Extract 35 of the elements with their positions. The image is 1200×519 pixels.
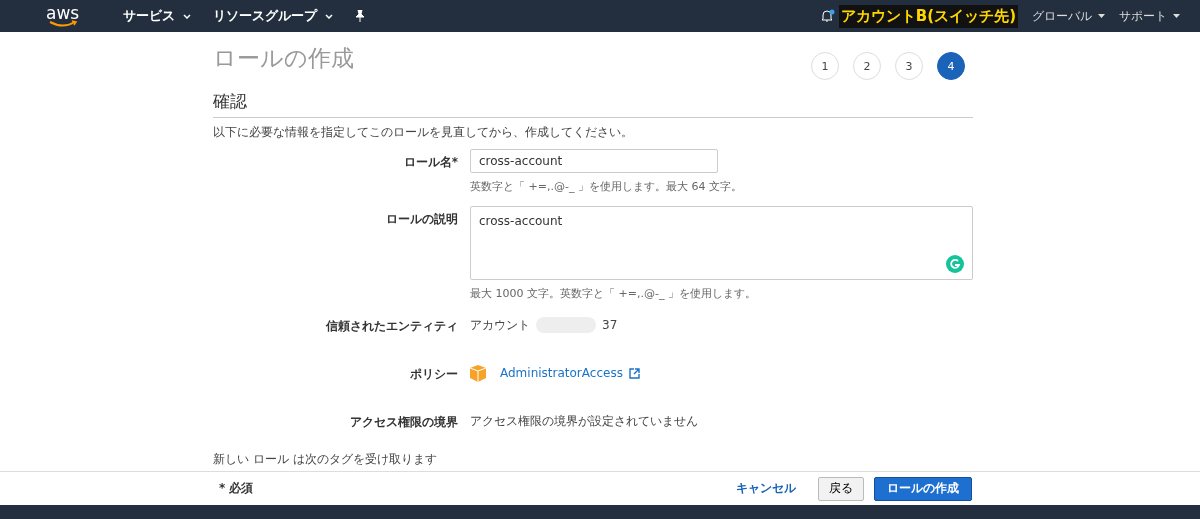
intro-text: 以下に必要な情報を指定してこのロールを見直してから、作成してください。 (213, 124, 634, 141)
nav-menu[interactable]: サービス (123, 7, 176, 25)
pin-icon[interactable] (355, 10, 366, 22)
entity-text: 37 (602, 318, 618, 332)
support-menu[interactable]: サポート (1119, 7, 1167, 25)
role-name-input[interactable]: cross-account (470, 149, 718, 173)
entity-text: アカウント (470, 316, 530, 334)
boundary-text: アクセス権限の境界が設定されていません (470, 412, 698, 430)
section-heading: 確認 (213, 90, 973, 118)
nav-menu[interactable]: リソースグループ (213, 7, 318, 25)
field-label: ポリシー (409, 366, 458, 383)
create-role-button[interactable]: ロールの作成 (874, 476, 972, 501)
external-link-icon[interactable] (628, 367, 640, 379)
chevron-down-icon (183, 13, 192, 19)
caret-icon (1173, 14, 1180, 18)
field-label: ロール名* (402, 154, 458, 171)
cancel-link[interactable]: キャンセル (736, 480, 796, 497)
tags-note: 新しい ロール は次のタグを受け取ります (213, 451, 438, 468)
hint-text: 英数字と「 +=,.@-_ 」を使用します。最大 64 文字。 (470, 179, 743, 194)
step-indicator: 4 (937, 52, 965, 80)
description-textarea[interactable]: cross-account (470, 206, 973, 280)
region-menu[interactable]: グローバル (1032, 7, 1092, 25)
policy-link[interactable]: AdministratorAccess (500, 366, 623, 380)
field-label: アクセス権限の境界 (349, 414, 458, 431)
cube-icon (470, 364, 486, 382)
field-label: 信頼されたエンティティ (324, 318, 458, 335)
aws-logo[interactable]: aws (46, 4, 80, 28)
chevron-down-icon (325, 13, 334, 19)
page-title: ロールの作成 (213, 43, 354, 73)
hint-text: 最大 1000 文字。英数字と「 +=,.@-_ 」を使用します。 (470, 286, 757, 301)
caret-icon (1098, 14, 1105, 18)
field-label: ロールの説明 (385, 211, 458, 228)
account-menu[interactable]: アカウントB(スイッチ先) (838, 4, 1018, 28)
back-button[interactable]: 戻る (818, 476, 864, 501)
required-note: * 必須 (219, 480, 254, 497)
